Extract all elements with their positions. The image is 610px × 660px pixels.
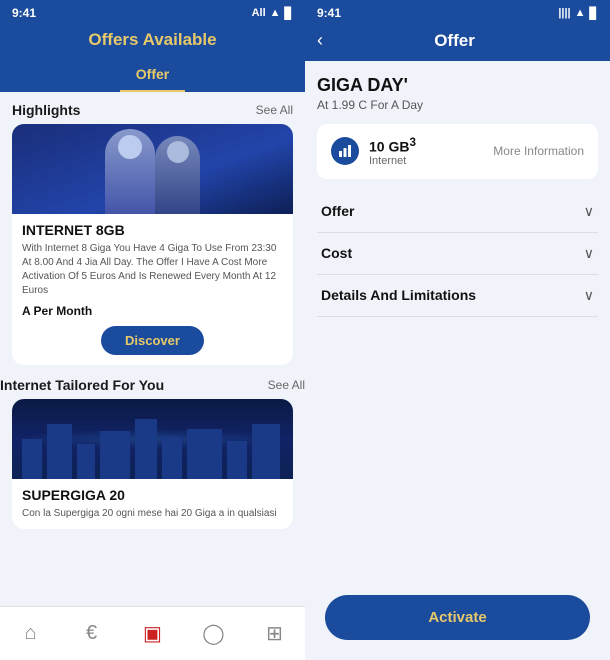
left-status-icons: All ▲ ▊ [252, 7, 293, 20]
city-building-1 [22, 439, 42, 479]
card-supergiga20-image [12, 399, 293, 479]
card-internet8gb-title: INTERNET 8GB [22, 222, 283, 238]
battery-icon: ▊ [285, 7, 293, 20]
city-building-4 [100, 431, 130, 479]
data-card: 10 GB3 Internet More Information [317, 124, 598, 179]
accordion-details-label: Details And Limitations [321, 287, 476, 303]
back-button[interactable]: ‹ [317, 30, 323, 51]
city-building-3 [77, 444, 95, 479]
accordion-cost-label: Cost [321, 245, 352, 261]
chevron-down-icon-offer: ∨ [584, 203, 594, 220]
signal-icon: |||| [558, 7, 570, 19]
right-status-icons: |||| ▲ ▊ [558, 7, 598, 20]
card-supergiga20-desc: Con la Supergiga 20 ogni mese hai 20 Gig… [12, 507, 293, 529]
right-header: ‹ Offer [305, 26, 610, 61]
tailored-title: Internet Tailored For You [0, 377, 164, 393]
card-supergiga20: SUPERGIGA 20 Con la Supergiga 20 ogni me… [12, 399, 293, 529]
right-battery-icon: ▊ [590, 7, 598, 20]
person-right-icon [155, 136, 200, 214]
activate-button[interactable]: Activate [325, 595, 590, 640]
highlights-see-all[interactable]: See All [256, 103, 293, 117]
right-title: Offer [331, 31, 578, 51]
nav-menu[interactable]: ⊞ [253, 612, 297, 656]
right-panel: 9:41 |||| ▲ ▊ ‹ Offer GIGA DAY' At 1.99 … [305, 0, 610, 660]
city-building-6 [162, 437, 182, 479]
accordion-cost[interactable]: Cost ∨ [317, 233, 598, 275]
data-label: Internet [369, 155, 416, 167]
left-panel: 9:41 All ▲ ▊ Offers Available Offer High… [0, 0, 305, 660]
highlights-title: Highlights [12, 102, 80, 118]
tailored-section-header: Internet Tailored For You See All [0, 377, 305, 399]
data-amount: 10 GB3 [369, 136, 416, 155]
right-wifi-icon: ▲ [575, 7, 586, 19]
card-internet8gb-image [12, 124, 293, 214]
person-left-icon [105, 129, 155, 214]
left-time: 9:41 [12, 6, 36, 20]
home-icon: ⌂ [24, 622, 36, 645]
nav-home[interactable]: ⌂ [9, 612, 53, 656]
nav-chat[interactable]: ◯ [192, 612, 236, 656]
accordion-details[interactable]: Details And Limitations ∨ [317, 275, 598, 317]
nav-offers[interactable]: € [70, 612, 114, 656]
card-internet8gb: INTERNET 8GB With Internet 8 Giga You Ha… [12, 124, 293, 365]
city-building-2 [47, 424, 72, 479]
left-content: Highlights See All INTERNET 8GB With Int… [0, 92, 305, 660]
city-building-9 [252, 424, 280, 479]
sim-icon: ▣ [143, 621, 162, 646]
accordion-offer[interactable]: Offer ∨ [317, 191, 598, 233]
chat-icon: ◯ [202, 621, 224, 646]
highlights-section-header: Highlights See All [0, 92, 305, 124]
discover-button[interactable]: Discover [101, 326, 204, 355]
data-icon [331, 137, 359, 165]
more-info-button[interactable]: More Information [493, 144, 584, 158]
accordion-offer-label: Offer [321, 203, 354, 219]
carrier-label: All [252, 7, 266, 19]
bottom-nav: ⌂ € ▣ ◯ ⊞ [0, 606, 305, 660]
menu-icon: ⊞ [266, 621, 283, 646]
offer-main-title: GIGA DAY' [317, 75, 598, 96]
left-tabs: Offer [0, 58, 305, 92]
wifi-icon: ▲ [270, 7, 281, 19]
right-content: GIGA DAY' At 1.99 C For A Day 10 GB3 In [305, 61, 610, 660]
tab-offer[interactable]: Offer [120, 62, 185, 92]
card-internet8gb-desc: With Internet 8 Giga You Have 4 Giga To … [22, 242, 283, 298]
card-internet8gb-body: INTERNET 8GB With Internet 8 Giga You Ha… [12, 214, 293, 365]
card-internet8gb-price: A Per Month [22, 304, 283, 318]
left-title: Offers Available [0, 30, 305, 50]
euro-icon: € [86, 622, 97, 645]
right-status-bar: 9:41 |||| ▲ ▊ [305, 0, 610, 26]
city-building-7 [187, 429, 222, 479]
offer-title-section: GIGA DAY' At 1.99 C For A Day [317, 75, 598, 112]
data-text: 10 GB3 Internet [369, 136, 416, 167]
city-building-5 [135, 419, 157, 479]
card-supergiga20-title: SUPERGIGA 20 [12, 479, 293, 507]
city-building-8 [227, 441, 247, 479]
nav-sim[interactable]: ▣ [131, 612, 175, 656]
data-info: 10 GB3 Internet [331, 136, 416, 167]
left-status-bar: 9:41 All ▲ ▊ [0, 0, 305, 26]
offer-subtitle: At 1.99 C For A Day [317, 98, 598, 112]
chevron-down-icon-details: ∨ [584, 287, 594, 304]
tailored-see-all[interactable]: See All [268, 378, 305, 392]
left-header: Offers Available [0, 26, 305, 58]
chevron-down-icon-cost: ∨ [584, 245, 594, 262]
right-time: 9:41 [317, 6, 341, 20]
